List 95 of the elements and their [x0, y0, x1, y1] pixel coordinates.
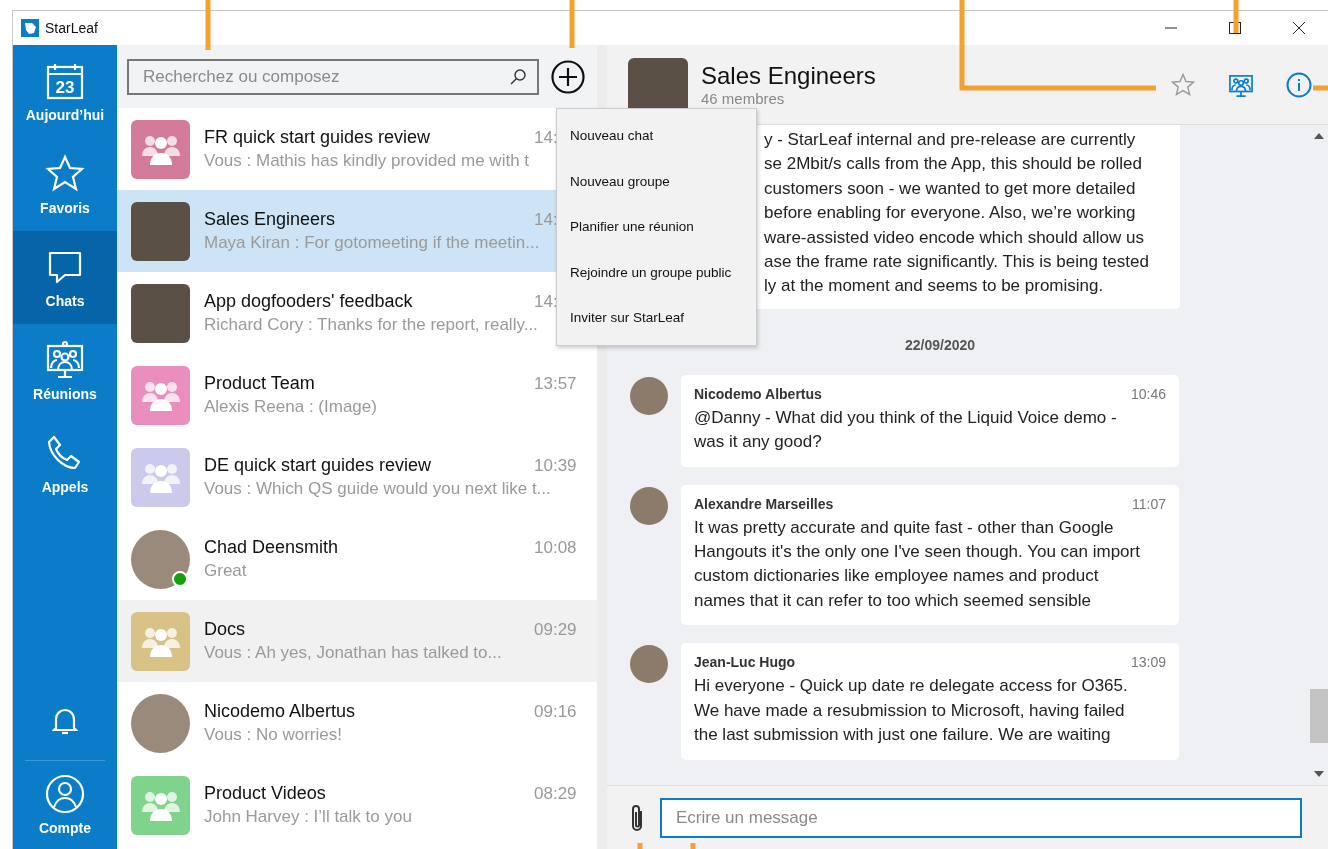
menu-item[interactable]: Planifier une réunion [557, 204, 756, 250]
member-count: 46 membres [701, 90, 786, 107]
nav-label: Favoris [40, 199, 90, 216]
bell-icon [52, 706, 78, 736]
menu-item[interactable]: Nouveau groupe [557, 158, 756, 204]
chat-preview: John Harvey : I’ll talk to you [204, 807, 413, 827]
chat-preview: Vous : Which QS guide would you next like t... [204, 479, 552, 499]
nav-label: Compte [38, 820, 92, 836]
message-text-line: ly at the moment and seems to be promising. [764, 275, 1105, 298]
nav-item[interactable]: 23 Aujourd’hui [13, 45, 117, 138]
callout-line [1233, 0, 1239, 33]
nav-item[interactable]: Appels [13, 417, 117, 510]
chat-name: DE quick start guides review [204, 455, 433, 476]
message-time: 13:09 [1130, 654, 1166, 671]
message-text: It was pretty accurate and quite fast - other than Google Hangouts it's the only one I've seen though. You can import custom dictionaries like employee names and product names that it can refer to too which seemed sensible [694, 516, 1141, 612]
chat-name: Nicodemo Albertus [204, 701, 357, 722]
menu-item[interactable]: Nouveau chat [557, 113, 756, 159]
callout-line [569, 0, 575, 48]
nav-item[interactable]: Favoris [13, 138, 117, 231]
nav-label: Chats [45, 292, 85, 309]
paperclip-icon[interactable] [629, 802, 645, 833]
nav-label: Réunions [33, 385, 97, 402]
message-time: 10:46 [1130, 385, 1166, 402]
callout-line [205, 0, 211, 50]
chat-name: Docs [204, 619, 246, 640]
avatar-placeholder [630, 645, 668, 684]
message-text-line: se 2Mbit/s calls from the App, this should be rolled [764, 153, 1143, 176]
chat-name: FR quick start guides review [204, 127, 432, 148]
chat-preview: Vous : No worries! [204, 725, 343, 745]
scroll-down-icon [1314, 771, 1324, 777]
nav-item[interactable]: Réunions [13, 324, 117, 417]
chat-time: 10:08 [534, 538, 578, 558]
message-text-line: ware-assisted video encode which should allow us [764, 226, 1145, 249]
nav-label: Appels [41, 478, 89, 495]
scrollbar-thumb [1310, 689, 1328, 743]
message-text-line: customers soon - we wanted to get more detailed [764, 177, 1137, 200]
info-icon [1286, 71, 1312, 98]
account-item[interactable]: Compte [13, 761, 117, 849]
message-author: Nicodemo Albertus [694, 385, 822, 402]
avatar-placeholder [630, 486, 668, 525]
meeting-icon [45, 339, 85, 380]
star-icon [1171, 72, 1195, 97]
chat-time: 09:29 [534, 620, 578, 640]
message-author: Jean-Luc Hugo [694, 654, 796, 671]
chat-time: 13:57 [534, 374, 578, 394]
chat-time: 14: [534, 292, 554, 312]
search-field[interactable]: Recherchez ou composez [127, 58, 539, 95]
account-icon [45, 774, 85, 814]
chat-name: Sales Engineers [204, 209, 337, 230]
plus-circle-icon [551, 59, 585, 94]
date-separator: 22/09/2020 [904, 336, 976, 353]
star-icon [45, 153, 85, 194]
search-icon [510, 68, 526, 85]
callout-line [1313, 85, 1328, 91]
menu-item[interactable]: Rejoindre un groupe public [557, 249, 756, 295]
chat-time: 14: [534, 128, 554, 148]
window-title: StarLeaf [45, 20, 99, 36]
message-author: Alexandre Marseilles [694, 495, 834, 512]
callout-line [637, 843, 643, 849]
chat-name: App dogfooders' feedback [204, 291, 414, 312]
close-icon [1293, 22, 1305, 34]
chat-list-item[interactable]: Sales Engineers 14: Maya Kiran : For gotomeeting if the meetin... [117, 190, 556, 272]
menu-item[interactable]: Inviter sur StarLeaf [557, 295, 756, 341]
chat-preview: Maya Kiran : For gotomeeting if the meetin... [204, 233, 541, 253]
conversation-title: Sales Engineers [701, 62, 877, 90]
message-time: 11:07 [1132, 495, 1166, 512]
message-input[interactable]: Ecrire un message [660, 797, 1302, 838]
app-logo-icon [21, 19, 39, 37]
chat-name: Product Team [204, 373, 316, 394]
chat-time: 10:39 [534, 456, 578, 476]
chat-preview: Vous : Mathis has kindly provided me with t [204, 151, 531, 171]
message-text-line: before enabling for everyone. Also, we’re working [764, 202, 1137, 225]
chat-name: Product Videos [204, 783, 327, 804]
chat-time: 08:29 [534, 784, 578, 804]
scroll-up-icon [1314, 133, 1324, 139]
chat-name: Chad Deensmith [204, 537, 340, 558]
chat-list-item[interactable]: Docs 09:29 Vous : Ah yes, Jonathan has talked to... [117, 600, 597, 682]
maximize-icon [1229, 22, 1241, 34]
photo-placeholder [131, 283, 190, 343]
new-button[interactable] [549, 57, 587, 96]
chat-preview: Alexis Reena : (Image) [204, 397, 378, 417]
nav-label: Aujourd’hui [25, 106, 105, 123]
avatar-placeholder [630, 376, 668, 415]
nav-item[interactable]: Chats [13, 231, 117, 324]
chat-time: 09:16 [534, 702, 578, 722]
message-text-line: ase the frame rate significantly. This is being tested [764, 251, 1150, 274]
message-text: Hi everyone - Quick up date re delegate access for O365. We have made a resubmission to Microsoft, having failed the last submission with just one failure. We are waiting [694, 675, 1129, 747]
chat-preview: Vous : Ah yes, Jonathan has talked to... [204, 643, 503, 663]
chat-time: 14: [534, 210, 554, 230]
chat-preview: Richard Cory : Thanks for the report, really... [204, 315, 539, 335]
callout-line [690, 843, 696, 849]
chat-preview: Great [204, 561, 248, 581]
photo-placeholder [131, 201, 190, 261]
message-text-line: y - StarLeaf internal and pre-release are currently [764, 129, 1137, 151]
message-text: @Danny - What did you think of the Liquid Voice demo - was it any good? [694, 406, 1118, 454]
